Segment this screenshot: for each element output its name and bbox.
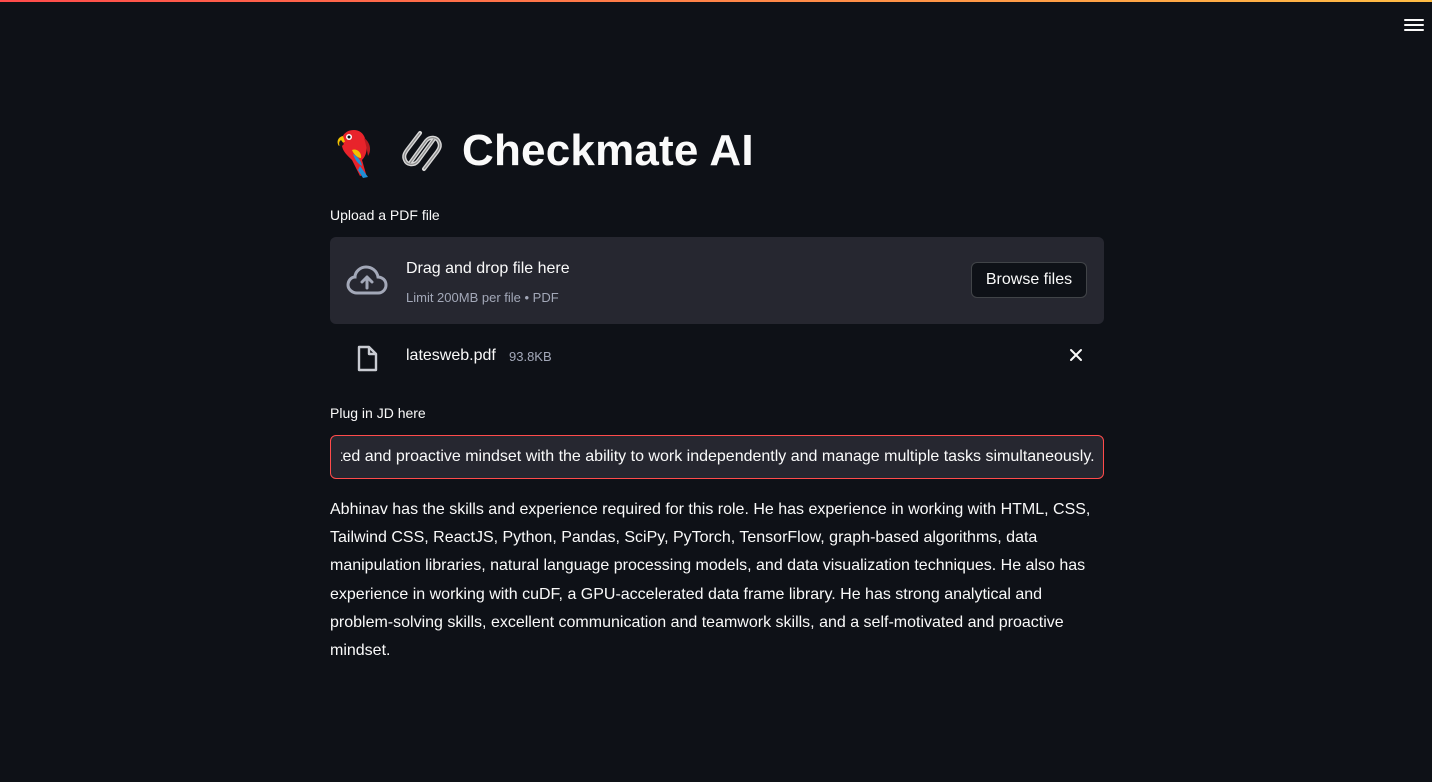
file-name: latesweb.pdf xyxy=(406,347,496,364)
result-text: Abhinav has the skills and experience re… xyxy=(330,501,1091,660)
upload-label: Upload a PDF file xyxy=(330,207,440,223)
uploaded-file-item: latesweb.pdf 93.8KB xyxy=(330,338,1104,378)
file-dropzone[interactable]: Drag and drop file here Limit 200MB per … xyxy=(330,237,1104,324)
page-title: Checkmate AI xyxy=(462,126,754,175)
menu-line xyxy=(1404,29,1424,31)
hamburger-menu-icon[interactable] xyxy=(1404,14,1424,36)
cloud-upload-icon xyxy=(346,265,388,295)
file-size: 93.8KB xyxy=(509,349,552,364)
menu-line xyxy=(1404,19,1424,21)
menu-line xyxy=(1404,24,1424,26)
link-emoji-icon xyxy=(402,131,442,171)
dropzone-instructions: Drag and drop file here xyxy=(406,260,570,277)
close-icon[interactable] xyxy=(1068,347,1084,363)
dropzone-limit: Limit 200MB per file • PDF xyxy=(406,290,559,305)
title-row: Checkmate AI xyxy=(334,124,754,178)
jd-label: Plug in JD here xyxy=(330,405,426,421)
parrot-emoji-icon xyxy=(337,130,371,178)
browse-files-button[interactable]: Browse files xyxy=(971,262,1087,298)
top-decoration-bar xyxy=(0,0,1432,2)
jd-input[interactable] xyxy=(330,435,1104,479)
file-icon xyxy=(357,345,378,372)
